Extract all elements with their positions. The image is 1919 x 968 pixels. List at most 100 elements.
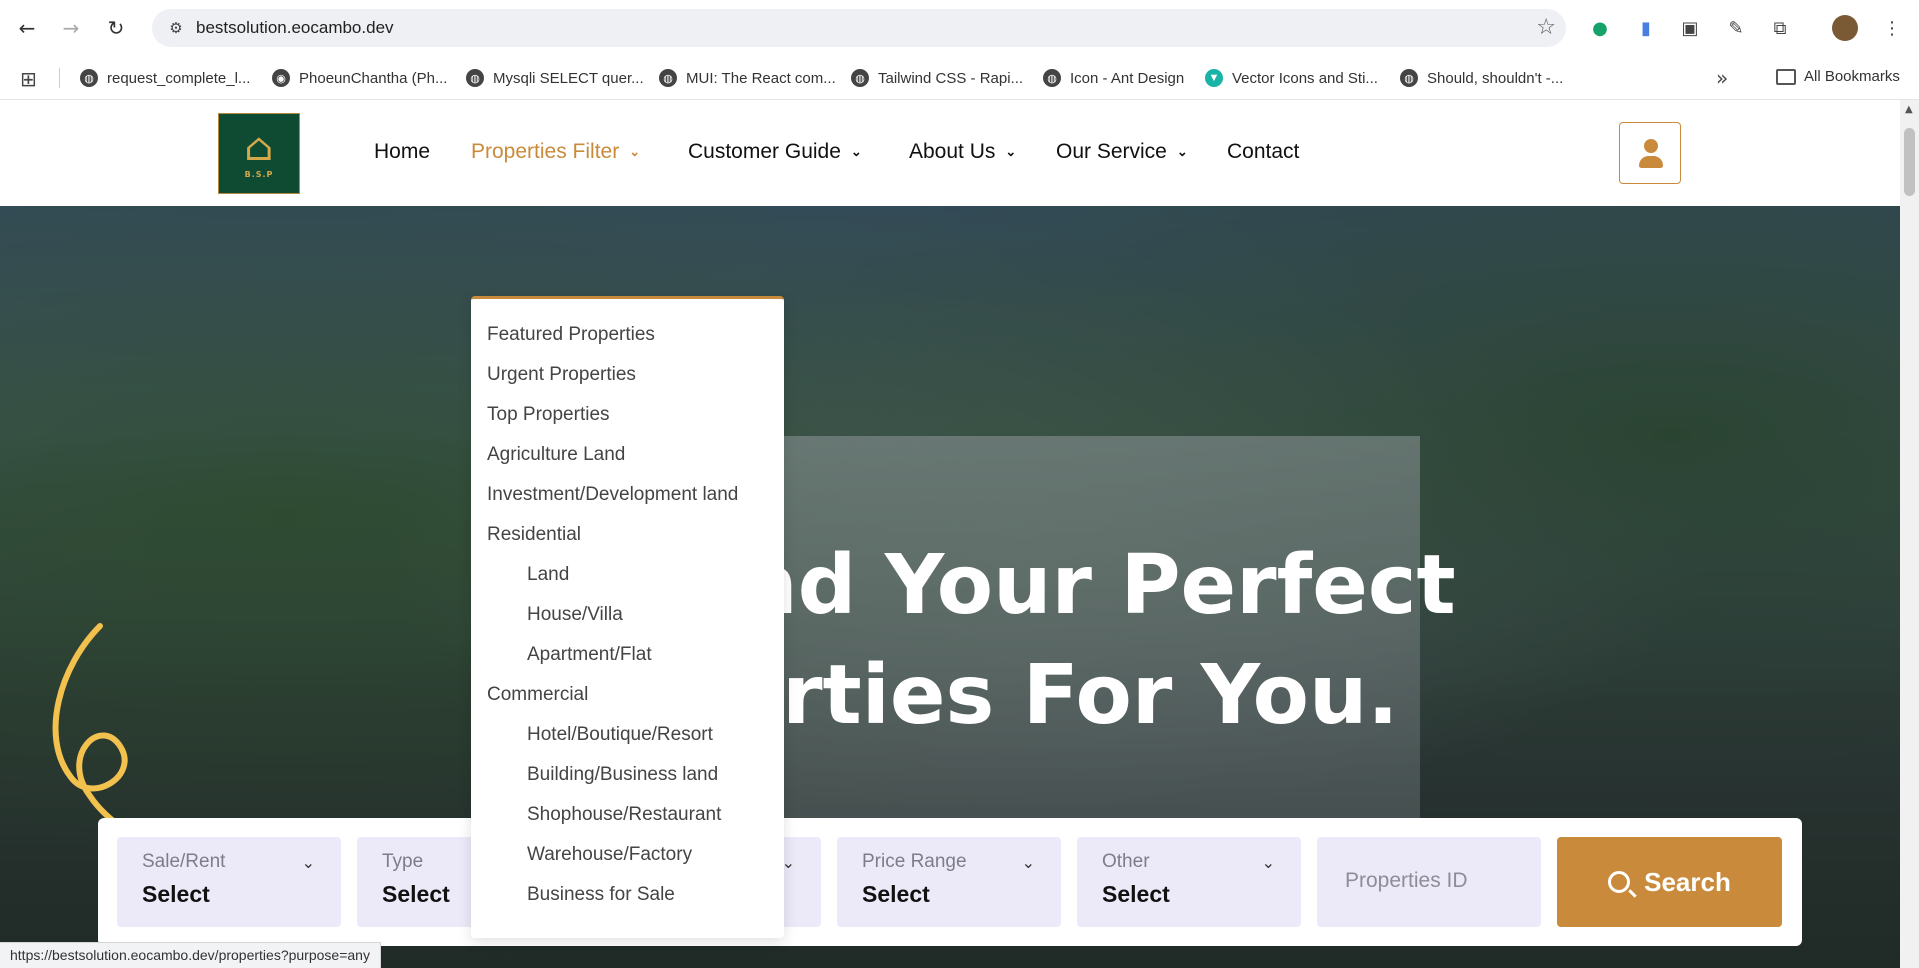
nav-label: Contact — [1227, 140, 1300, 163]
nav-our-service[interactable]: Our Service ⌄ — [1056, 140, 1188, 164]
back-icon[interactable]: ← — [11, 12, 43, 44]
nav-label: Customer Guide — [688, 140, 841, 163]
search-button[interactable]: Search — [1557, 837, 1782, 927]
field-label: Type — [382, 851, 424, 872]
field-label: Price Range — [862, 851, 967, 872]
dropdown-item-hotel[interactable]: Hotel/Boutique/Resort — [527, 724, 713, 746]
bookmark-item[interactable]: ◍ request_complete_l... — [80, 66, 250, 90]
bookmark-item[interactable]: ◍ Icon - Ant Design — [1043, 66, 1184, 90]
field-label: Other — [1102, 851, 1150, 872]
search-button-label: Search — [1644, 866, 1731, 897]
picture-in-picture-icon[interactable]: ▣ — [1676, 14, 1704, 42]
bookmark-label: Icon - Ant Design — [1070, 69, 1185, 87]
field-value: Select — [1102, 881, 1170, 907]
hero-title-line1: nd Your Perfect — [739, 538, 1456, 633]
vector-icons-icon: ▼ — [1205, 69, 1223, 87]
bookmark-item[interactable]: ◍ Tailwind CSS - Rapi... — [851, 66, 1023, 90]
nav-home[interactable]: Home — [374, 140, 430, 164]
bookmark-item[interactable]: ▼ Vector Icons and Sti... — [1205, 66, 1378, 90]
properties-id-input[interactable]: Properties ID — [1317, 837, 1541, 927]
all-bookmarks[interactable]: All Bookmarks — [1776, 68, 1900, 85]
logo-text: B.S.P — [244, 170, 274, 179]
grammarly-icon[interactable]: ● — [1586, 14, 1614, 42]
site-header: ⌂ B.S.P Home Properties Filter ⌄ Customer… — [0, 100, 1900, 206]
scroll-up-arrow-icon[interactable]: ▲ — [1905, 104, 1913, 115]
globe-icon: ◍ — [1043, 69, 1061, 87]
dropdown-item-top[interactable]: Top Properties — [487, 404, 610, 426]
github-icon: ◉ — [272, 69, 290, 87]
url-text[interactable]: bestsolution.eocambo.dev — [196, 18, 394, 38]
dropdown-item-building[interactable]: Building/Business land — [527, 764, 718, 786]
search-icon — [1608, 871, 1631, 893]
forward-icon[interactable]: → — [55, 12, 87, 44]
field-value: Select — [382, 881, 450, 907]
user-icon-head — [1644, 139, 1658, 153]
dropdown-item-warehouse[interactable]: Warehouse/Factory — [527, 844, 692, 866]
price-range-select[interactable]: Price Range Select ⌄ — [837, 837, 1061, 927]
bookmark-item[interactable]: ◍ Should, shouldn't -... — [1400, 66, 1563, 90]
bookmark-star-icon[interactable]: ☆ — [1536, 15, 1556, 40]
user-account-button[interactable] — [1619, 122, 1681, 184]
dropdown-item-shophouse[interactable]: Shophouse/Restaurant — [527, 804, 721, 826]
page-scrollbar[interactable]: ▲ — [1900, 100, 1919, 968]
globe-icon: ◍ — [659, 69, 677, 87]
hero-title: nd Your Perfect erties For You. — [0, 531, 1900, 751]
site-logo[interactable]: ⌂ B.S.P — [218, 113, 300, 194]
reload-icon[interactable]: ↻ — [100, 12, 132, 44]
bookmark-label: Tailwind CSS - Rapi... — [878, 69, 1024, 87]
site-info-icon[interactable]: ⚙ — [164, 16, 188, 40]
bookmark-item[interactable]: ◉ PhoeunChantha (Ph... — [272, 66, 447, 90]
globe-icon: ◍ — [80, 69, 98, 87]
dropdown-item-agriculture[interactable]: Agriculture Land — [487, 444, 625, 466]
browser-toolbar: ← → ↻ ⚙ bestsolution.eocambo.dev ☆ ● ▮ ▣… — [0, 0, 1919, 56]
nav-customer-guide[interactable]: Customer Guide ⌄ — [688, 140, 862, 164]
dropdown-item-business-sale[interactable]: Business for Sale — [527, 884, 675, 906]
globe-icon: ◍ — [851, 69, 869, 87]
web-page: ⌂ B.S.P Home Properties Filter ⌄ Customer… — [0, 100, 1900, 968]
field-value: Select — [862, 881, 930, 907]
dropdown-item-urgent[interactable]: Urgent Properties — [487, 364, 636, 386]
eyedropper-icon[interactable]: ✎ — [1722, 14, 1750, 42]
address-bar[interactable]: ⚙ bestsolution.eocambo.dev ☆ — [152, 9, 1566, 47]
nav-label: Properties Filter — [471, 140, 620, 163]
chevron-double-right-icon[interactable]: » — [1716, 66, 1728, 90]
menu-kebab-icon[interactable]: ⋮ — [1878, 14, 1906, 42]
hero-title-line2: erties For You. — [726, 648, 1399, 743]
globe-icon: ◍ — [1400, 69, 1418, 87]
field-value: Select — [142, 881, 210, 907]
sale-rent-select[interactable]: Sale/Rent Select ⌄ — [117, 837, 341, 927]
chevron-down-icon: ⌄ — [301, 853, 315, 872]
other-select[interactable]: Other Select ⌄ — [1077, 837, 1301, 927]
nav-about-us[interactable]: About Us ⌄ — [909, 140, 1016, 164]
bookmarks-divider — [59, 68, 60, 88]
bookmark-label: request_complete_l... — [107, 69, 251, 87]
dropdown-item-investment[interactable]: Investment/Development land — [487, 484, 738, 506]
nav-label: Our Service — [1056, 140, 1167, 163]
bookmark-item[interactable]: ◍ Mysqli SELECT quer... — [466, 66, 644, 90]
extension-icon[interactable]: ▮ — [1632, 14, 1660, 42]
apps-grid-icon[interactable]: ⊞ — [20, 67, 37, 91]
nav-contact[interactable]: Contact — [1227, 140, 1299, 164]
nav-properties-filter[interactable]: Properties Filter ⌄ — [471, 140, 640, 164]
properties-filter-dropdown: Featured Properties Urgent Properties To… — [471, 296, 784, 938]
chevron-down-icon: ⌄ — [1261, 853, 1275, 872]
dropdown-item-house-villa[interactable]: House/Villa — [527, 604, 623, 626]
scroll-thumb[interactable] — [1904, 128, 1915, 196]
nav-label: About Us — [909, 140, 996, 163]
bookmark-item[interactable]: ◍ MUI: The React com... — [659, 66, 836, 90]
extensions-puzzle-icon[interactable]: ⧉ — [1766, 14, 1794, 42]
folder-icon — [1776, 68, 1796, 85]
dropdown-item-land[interactable]: Land — [527, 564, 569, 586]
field-label: Sale/Rent — [142, 851, 226, 872]
bookmarks-bar: ⊞ ◍ request_complete_l... ◉ PhoeunChantha … — [0, 56, 1919, 100]
globe-icon: ◍ — [466, 69, 484, 87]
dropdown-item-apartment[interactable]: Apartment/Flat — [527, 644, 652, 666]
all-bookmarks-label: All Bookmarks — [1804, 68, 1900, 85]
link-status-bar: https://bestsolution.eocambo.dev/propert… — [0, 942, 381, 968]
nav-label: Home — [374, 140, 431, 163]
profile-avatar[interactable] — [1832, 15, 1858, 41]
dropdown-item-commercial[interactable]: Commercial — [487, 684, 588, 706]
dropdown-item-residential[interactable]: Residential — [487, 524, 581, 546]
dropdown-item-featured[interactable]: Featured Properties — [487, 324, 655, 346]
property-search-bar: Sale/Rent Select ⌄ Type Select ⌄ ⌄ Price… — [98, 818, 1802, 946]
